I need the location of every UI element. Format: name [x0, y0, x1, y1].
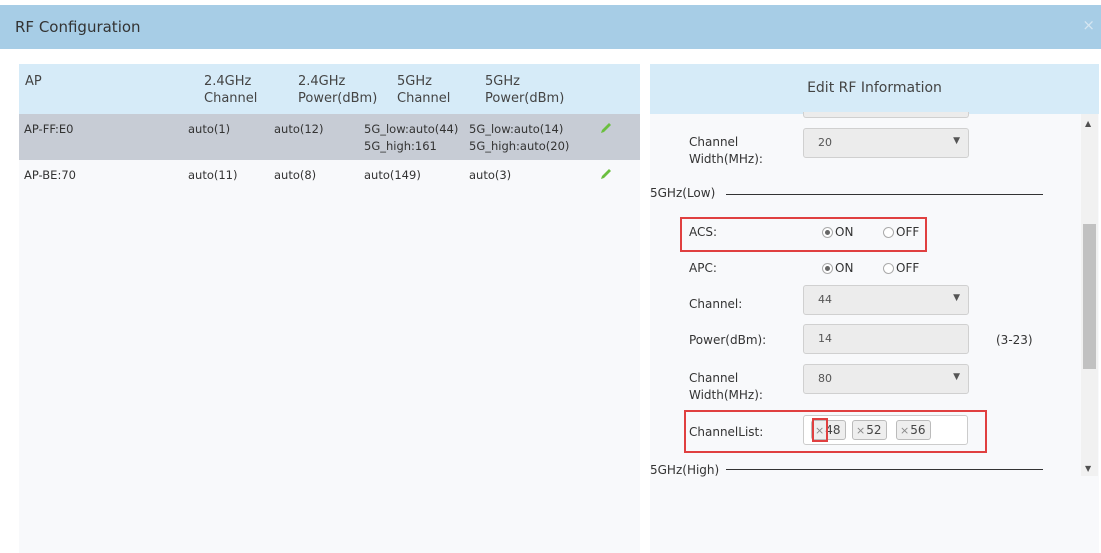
channel-5ghz-high: 5G_high:161 — [364, 139, 437, 153]
section-5ghz-high: 5GHz(High) — [650, 463, 720, 477]
channel-5ghz-low: 5G_low:auto(44) — [364, 122, 459, 136]
channel-24ghz: auto(11) — [188, 168, 238, 182]
channel-width-label: Channel Width(MHz): — [689, 371, 763, 402]
partial-select — [803, 112, 969, 118]
table-header: AP 2.4GHz Channel 2.4GHz Power(dBm) 5GHz Ch… — [19, 64, 640, 114]
acs-label: ACS: — [689, 225, 718, 239]
scroll-down-icon[interactable]: ▼ — [1085, 464, 1091, 473]
top-channel-width-select[interactable]: 20 ▼ — [803, 128, 969, 158]
apc-on-radio[interactable]: ON — [822, 261, 853, 275]
power-label: Power(dBm): — [689, 333, 767, 347]
power-5ghz-high: 5G_high:auto(20) — [469, 139, 570, 153]
ap-name: AP-BE:70 — [24, 168, 76, 182]
apc-off-radio[interactable]: OFF — [883, 261, 919, 275]
apc-label: APC: — [689, 261, 717, 275]
scroll-up-icon[interactable]: ▲ — [1085, 119, 1091, 128]
channel-select[interactable]: 44 ▼ — [803, 285, 969, 315]
power-input[interactable]: 14 — [803, 324, 969, 354]
edit-panel-scrollbar[interactable]: ▲ ▼ — [1081, 114, 1098, 476]
channel-5ghz: auto(149) — [364, 168, 421, 182]
radio-selected-icon — [822, 226, 833, 238]
column-header-5ghz-channel: 5GHz Channel — [397, 74, 451, 106]
acs-on-radio[interactable]: ON — [822, 225, 853, 239]
edit-pencil-icon[interactable] — [599, 167, 613, 181]
channel-label: Channel: — [689, 297, 743, 311]
column-header-ap: AP — [25, 74, 42, 89]
top-channel-width-label: Channel Width(MHz): — [689, 135, 763, 166]
edit-panel-title: Edit RF Information — [807, 80, 942, 96]
ap-rf-table: AP 2.4GHz Channel 2.4GHz Power(dBm) 5GHz Ch… — [19, 64, 640, 553]
radio-unselected-icon — [883, 262, 894, 274]
power-24ghz: auto(12) — [274, 122, 324, 136]
section-divider — [726, 194, 1043, 195]
ap-name: AP-FF:E0 — [24, 122, 74, 136]
edit-pencil-icon[interactable] — [599, 121, 613, 135]
acs-off-radio[interactable]: OFF — [883, 225, 919, 239]
power-5ghz-low: 5G_low:auto(14) — [469, 122, 564, 136]
radio-unselected-icon — [883, 226, 894, 238]
channellist-label: ChannelList: — [689, 425, 764, 439]
dialog-title: RF Configuration — [15, 18, 141, 36]
power-range: (3-23) — [996, 333, 1033, 347]
section-divider — [726, 469, 1043, 470]
radio-selected-icon — [822, 262, 833, 274]
table-row[interactable]: AP-BE:70 auto(11) auto(8) auto(149) auto… — [19, 160, 640, 192]
power-5ghz: auto(3) — [469, 168, 512, 182]
remove-tag-highlight-box — [812, 418, 828, 442]
rf-configuration-dialog: RF Configuration × AP 2.4GHz Channel 2.4G… — [0, 0, 1101, 553]
scrollbar-thumb[interactable] — [1083, 224, 1096, 369]
remove-tag-icon[interactable]: × — [856, 424, 865, 437]
channel-tag[interactable]: ×56 — [896, 420, 931, 440]
power-24ghz: auto(8) — [274, 168, 317, 182]
table-row[interactable]: AP-FF:E0 auto(1) auto(12) 5G_low:auto(44… — [19, 114, 640, 160]
dialog-title-bar: RF Configuration × — [0, 5, 1101, 49]
column-header-24ghz-power: 2.4GHz Power(dBm) — [298, 74, 378, 106]
column-header-24ghz-channel: 2.4GHz Channel — [204, 74, 258, 106]
channel-width-select[interactable]: 80 ▼ — [803, 364, 969, 394]
column-header-5ghz-power: 5GHz Power(dBm) — [485, 74, 565, 106]
edit-panel-header: Edit RF Information — [650, 64, 1099, 114]
close-icon[interactable]: × — [1082, 16, 1095, 34]
section-5ghz-low: 5GHz(Low) — [650, 186, 716, 200]
channel-24ghz: auto(1) — [188, 122, 231, 136]
remove-tag-icon[interactable]: × — [900, 424, 909, 437]
channel-tag[interactable]: ×52 — [852, 420, 887, 440]
